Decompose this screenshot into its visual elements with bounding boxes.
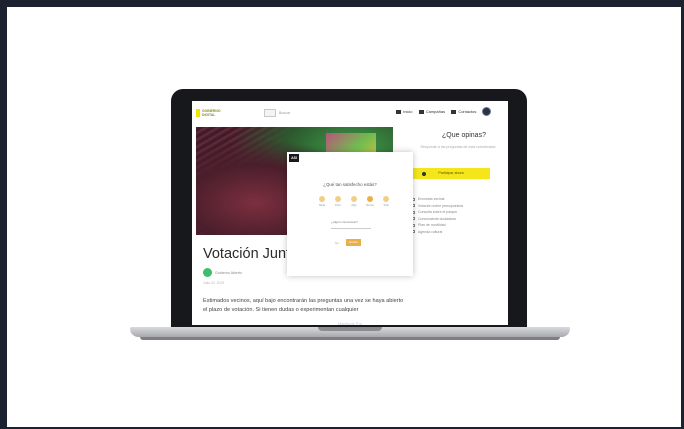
author-name[interactable]: Gobierno Abierto <box>215 271 242 275</box>
survey-modal: ASI ¿Qué tan satisfecho estás? Nada Poco… <box>287 152 413 276</box>
article-date: Julio 20, 2019 <box>203 281 225 285</box>
megaphone-icon <box>418 109 424 114</box>
nav-label: Campañas <box>425 109 446 114</box>
rating-option[interactable]: Nada <box>315 196 329 207</box>
search-placeholder: Buscar <box>279 111 291 115</box>
nav-item-contactos[interactable]: Contactos <box>451 109 476 114</box>
modal-badge: ASI <box>289 154 299 162</box>
model-label: MacBook Pro <box>337 321 362 326</box>
logo-mark-icon <box>196 109 200 117</box>
rating-scale: Nada Poco Algo Mucho Total <box>315 196 395 210</box>
rating-dot-icon <box>351 196 357 202</box>
contacts-icon <box>451 109 457 114</box>
rating-dot-icon <box>335 196 341 202</box>
sidebar-title: ¿Que opinas? <box>442 132 486 139</box>
rating-option[interactable]: Total <box>379 196 393 207</box>
frame-left <box>0 0 7 429</box>
rating-dot-icon <box>383 196 389 202</box>
nav-label: Inicio <box>403 109 413 114</box>
rating-label: Algo <box>351 204 357 207</box>
laptop-notch <box>318 327 382 331</box>
author-avatar <box>203 268 212 277</box>
rating-dot-icon <box>319 196 325 202</box>
main-nav: Inicio Campañas Contactos <box>396 109 481 117</box>
logo-text-line2: DIGITAL <box>202 113 216 117</box>
comment-field-label: ¿Algún comentario? <box>331 220 358 224</box>
sidebar-item[interactable]: Agenda cultural <box>412 230 504 237</box>
rating-label: Nada <box>318 204 326 207</box>
site-logo[interactable]: GOBIERNO DIGITAL <box>196 108 228 120</box>
modal-question: ¿Qué tan satisfecho estás? <box>323 182 377 187</box>
rating-label: Poco <box>335 204 341 207</box>
sidebar-description: Responde a las preguntas de esta cuestio… <box>420 145 496 149</box>
sidebar-item-label: Encuesta vecinal <box>418 197 445 201</box>
rating-dot-icon <box>367 196 373 202</box>
sidebar-item-label: Votación sobre presupuestos <box>418 203 464 208</box>
sidebar-item-label: Plan de movilidad <box>418 223 446 227</box>
rating-label: Mucho <box>366 204 374 207</box>
nav-label: Contactos <box>458 109 477 114</box>
sidebar-item-label: Consulta sobre el parque <box>418 210 458 214</box>
mouse-cursor-icon <box>422 172 426 176</box>
site-header: GOBIERNO DIGITAL Buscar Inicio Campañas … <box>192 101 508 123</box>
rating-option[interactable]: Poco <box>331 196 345 207</box>
sidebar-item-label: Convocatoria ciudadana <box>418 216 456 221</box>
rating-option[interactable]: Algo <box>347 196 361 207</box>
laptop-screen: GOBIERNO DIGITAL Buscar Inicio Campañas … <box>192 101 508 325</box>
sidebar-item-label: Agenda cultural <box>418 229 443 234</box>
user-avatar[interactable] <box>482 107 491 116</box>
frame-top <box>0 0 684 7</box>
sidebar-list: Encuesta vecinal Votación sobre presupue… <box>412 197 504 236</box>
search-input[interactable] <box>264 109 276 117</box>
modal-cancel-button[interactable]: No <box>335 241 339 245</box>
home-icon <box>396 109 401 114</box>
rating-option-selected[interactable]: Mucho <box>363 196 377 207</box>
rating-label: Total <box>383 204 389 207</box>
nav-item-inicio[interactable]: Inicio <box>396 109 412 114</box>
article-body: Estimados vecinos, aquí bajo encontrarán… <box>203 298 404 313</box>
article-title: Votación Junta <box>203 246 299 262</box>
laptop-foot <box>140 337 560 340</box>
modal-submit-button[interactable]: Enviar <box>346 239 361 246</box>
comment-field[interactable] <box>331 225 371 229</box>
nav-item-campanas[interactable]: Campañas <box>418 109 446 114</box>
